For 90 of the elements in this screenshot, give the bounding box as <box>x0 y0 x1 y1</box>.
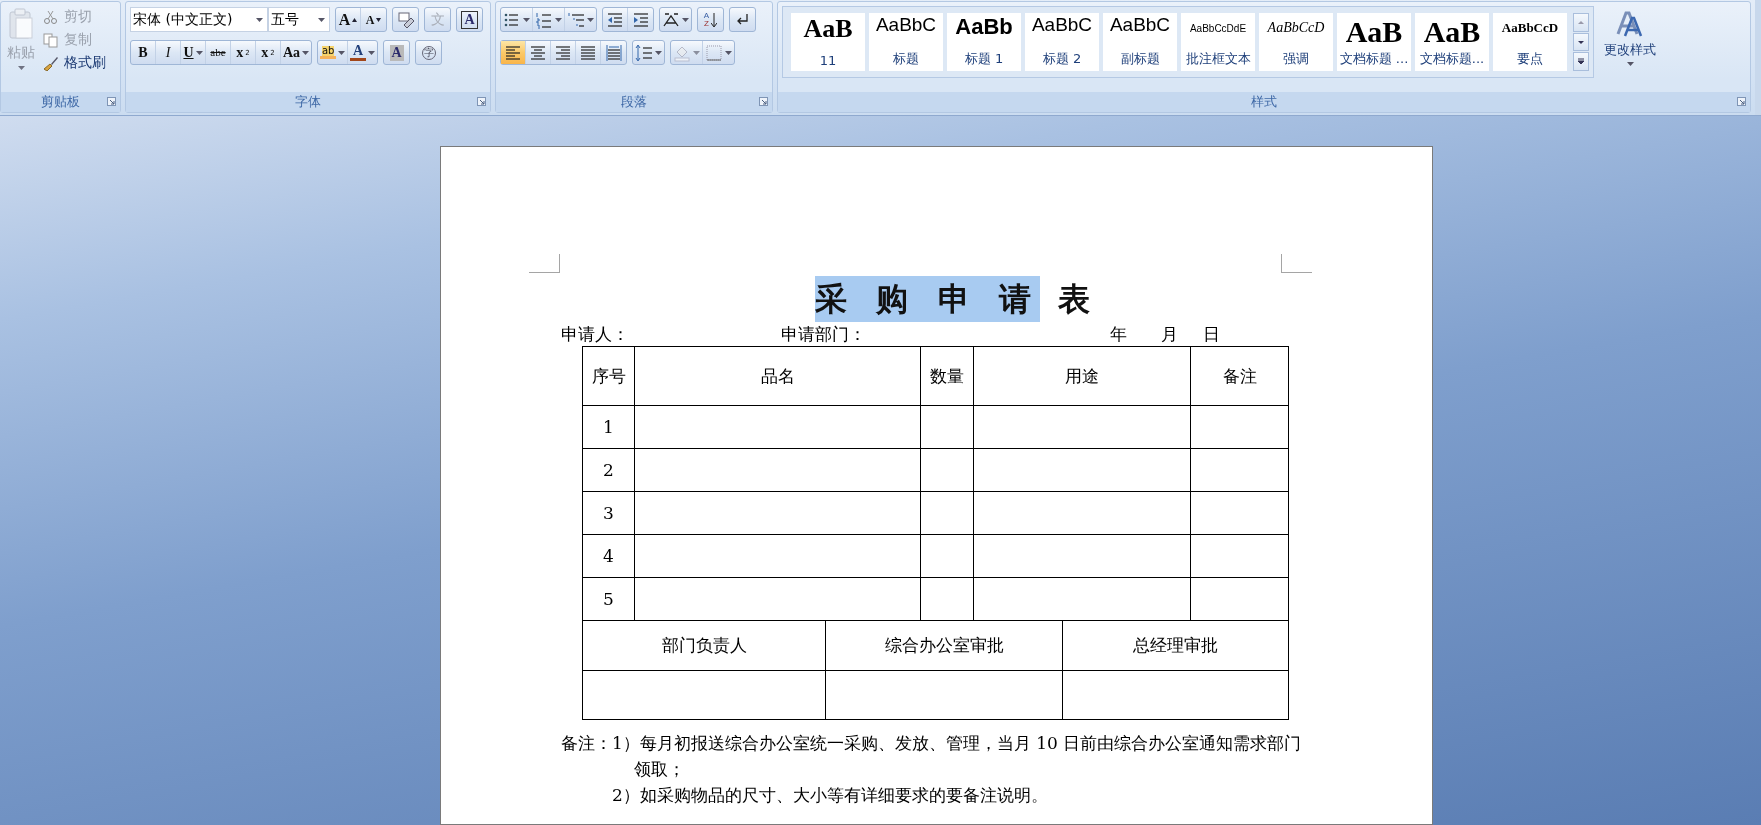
field-label: 申请部门： <box>781 322 867 346</box>
caret-icon <box>318 17 325 22</box>
style-item[interactable]: AaB 文档标题... <box>1415 13 1489 71</box>
border-grid-icon <box>705 43 723 62</box>
column-header: 综合办公室审批 <box>825 620 1063 671</box>
eraser-icon <box>396 10 415 29</box>
style-item[interactable]: AaB 11 <box>791 13 865 71</box>
document-title: 采 购 申 请 <box>815 276 1040 322</box>
style-item[interactable]: AaBbCcD 强调 <box>1259 13 1333 71</box>
group-label: 字体 <box>295 93 321 111</box>
style-item[interactable]: AaBb 标题 1 <box>947 13 1021 71</box>
column-header: 序号 <box>582 346 635 406</box>
character-shading-button[interactable]: A <box>384 41 410 64</box>
change-case-button[interactable]: Aa <box>281 41 312 64</box>
grow-font-button[interactable]: A <box>336 8 361 31</box>
align-center-icon <box>529 43 547 62</box>
bold-button[interactable]: B <box>131 41 156 64</box>
group-label: 剪贴板 <box>41 93 80 111</box>
style-item[interactable]: AaBbCcD 要点 <box>1493 13 1567 71</box>
numbered-list-button[interactable] <box>533 8 565 31</box>
dialog-launcher-icon <box>107 97 116 106</box>
caret-icon <box>256 17 263 22</box>
group-label: 样式 <box>1251 93 1277 111</box>
underline-button[interactable]: U <box>181 41 206 64</box>
style-item[interactable]: AaBbC 副标题 <box>1103 13 1177 71</box>
document-title: 表 <box>1057 279 1098 320</box>
justify-icon <box>579 43 597 62</box>
note-text: 1）每月初报送综合办公室统一采购、发放、管理，当月 10 日前由综合办公室通知需求部门领取； <box>612 732 1303 781</box>
column-header: 品名 <box>634 346 921 406</box>
highlight-button[interactable]: ab <box>318 41 349 64</box>
dialog-launcher-icon <box>477 97 486 106</box>
sort-button[interactable]: A Z <box>698 8 723 31</box>
down-arrow-icon <box>711 11 718 28</box>
style-item[interactable]: AaBbCcDdE 批注框文本 <box>1181 13 1255 71</box>
down-arrow-icon <box>1577 38 1585 46</box>
align-left-icon <box>504 43 522 62</box>
table-cell: 1 <box>582 405 635 449</box>
table-cell: 3 <box>582 491 635 535</box>
scissors-icon <box>43 9 59 25</box>
group-label: 段落 <box>621 93 647 111</box>
line-spacing-icon <box>635 43 653 62</box>
enclose-character-button[interactable]: 字 <box>416 41 442 64</box>
date-label: 月 <box>1161 322 1179 346</box>
down-arrow-icon <box>376 17 382 22</box>
paintbrush-icon <box>43 55 59 71</box>
clipboard-icon <box>8 8 34 40</box>
dialog-launcher-icon <box>759 97 768 106</box>
cross-arrows-icon <box>662 10 680 29</box>
multilevel-list-icon <box>567 10 585 29</box>
align-right-icon <box>554 43 572 62</box>
caret-icon <box>1626 62 1634 66</box>
note-text: 2）如采购物品的尺寸、大小等有详细要求的要备注说明。 <box>612 784 1049 807</box>
font-color-button[interactable]: A <box>348 41 378 64</box>
expand-icon <box>1577 58 1585 66</box>
dialog-launcher-icon <box>1737 97 1746 106</box>
more-button[interactable] <box>1573 52 1589 71</box>
field-label: 申请人： <box>561 322 630 346</box>
notes-label: 备注： <box>561 732 612 755</box>
font-name-dropdown[interactable]: 宋体 (中文正文) <box>130 7 268 32</box>
strikethrough-button[interactable]: abe <box>206 41 231 64</box>
up-arrow-icon <box>1577 18 1585 26</box>
distribute-icon <box>604 43 623 62</box>
style-item[interactable]: AaB 文档标题 ... <box>1337 13 1411 71</box>
font-size-dropdown[interactable]: 五号 <box>268 7 330 32</box>
column-header: 用途 <box>973 346 1191 406</box>
align-left-button[interactable] <box>501 41 526 64</box>
column-header: 部门负责人 <box>582 620 826 671</box>
decrease-indent-icon <box>606 10 624 29</box>
up-arrow-icon <box>352 17 358 22</box>
table-cell: 2 <box>582 448 635 492</box>
crop-mark <box>529 254 560 273</box>
italic-button[interactable]: I <box>156 41 181 64</box>
change-styles-button[interactable]: 更改样式 <box>1600 6 1660 88</box>
column-header: 备注 <box>1190 346 1289 406</box>
numbered-list-icon <box>535 10 553 29</box>
letter-a-icon <box>1615 10 1645 38</box>
caret-icon <box>17 66 25 70</box>
table-cell: 4 <box>582 534 635 578</box>
copy-icon <box>43 32 59 48</box>
column-header: 数量 <box>920 346 974 406</box>
date-label: 年 <box>1110 322 1128 346</box>
style-item[interactable]: AaBbC 标题 <box>869 13 943 71</box>
style-item[interactable]: AaBbC 标题 2 <box>1025 13 1099 71</box>
table-cell: 5 <box>582 577 635 621</box>
column-header: 总经理审批 <box>1062 620 1289 671</box>
increase-indent-icon <box>631 10 650 29</box>
date-label: 日 <box>1203 322 1220 346</box>
crop-mark <box>1281 254 1312 273</box>
painter-button[interactable]: 格式刷 <box>43 53 106 73</box>
shrink-font-button[interactable]: A <box>361 8 386 31</box>
